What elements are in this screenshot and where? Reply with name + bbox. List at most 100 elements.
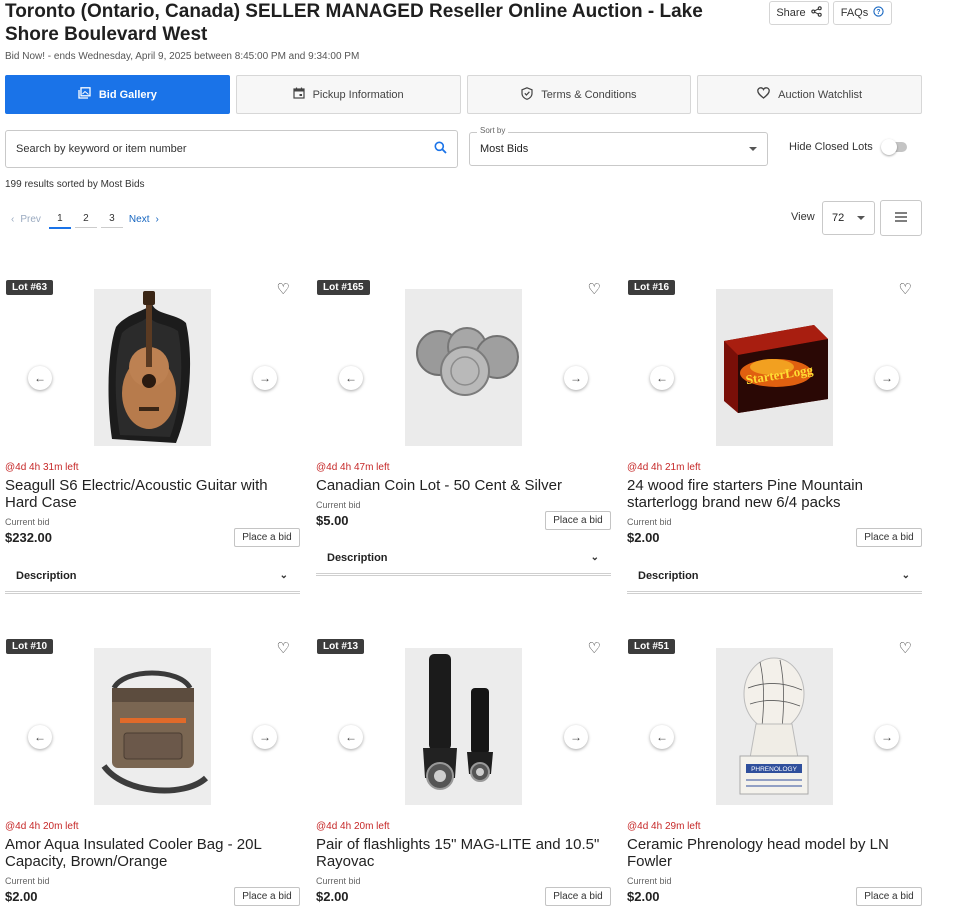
description-toggle[interactable]: Description ⌄	[627, 560, 922, 594]
svg-text:?: ?	[877, 9, 881, 16]
search-icon[interactable]	[434, 141, 447, 157]
page-2-button[interactable]: 2	[74, 210, 97, 228]
lot-image-carousel: Lot #10 ♡ ← →	[5, 631, 300, 805]
lot-card: Lot #63 ♡ ← → @4d 4h 31m left Seagull S6…	[5, 272, 300, 600]
view-label: View	[791, 211, 815, 223]
lot-card: StarterLogg Lot #16 ♡ ← → @4d 4h 21m lef…	[627, 272, 922, 600]
lot-photo-guitar[interactable]	[94, 289, 211, 446]
place-bid-button[interactable]: Place a bid	[545, 887, 611, 906]
chevron-right-icon: ›	[155, 213, 159, 225]
watch-heart-icon[interactable]: ♡	[899, 639, 912, 657]
help-icon: ?	[873, 6, 884, 20]
place-bid-button[interactable]: Place a bid	[234, 887, 300, 906]
sort-dropdown[interactable]: Sort by Most Bids	[469, 126, 768, 166]
lot-number-badge: Lot #51	[628, 639, 676, 654]
place-bid-button[interactable]: Place a bid	[234, 528, 300, 547]
lot-photo-starterlogg[interactable]: StarterLogg	[716, 289, 833, 446]
prev-image-arrow-icon[interactable]: ←	[339, 366, 363, 390]
tab-terms-conditions[interactable]: Terms & Conditions	[466, 75, 692, 114]
hide-closed-toggle[interactable]	[880, 139, 907, 155]
current-bid-label: Current bid	[316, 876, 361, 886]
current-bid-label: Current bid	[316, 500, 361, 510]
faqs-button[interactable]: FAQs ?	[833, 1, 892, 25]
place-bid-button[interactable]: Place a bid	[856, 887, 922, 906]
prev-image-arrow-icon[interactable]: ←	[28, 725, 52, 749]
share-label: Share	[776, 7, 806, 19]
description-label: Description	[638, 569, 699, 582]
heart-icon	[757, 87, 770, 102]
time-left: @4d 4h 21m left	[627, 462, 701, 473]
place-bid-button[interactable]: Place a bid	[545, 511, 611, 530]
lot-title[interactable]: Canadian Coin Lot - 50 Cent & Silver	[316, 477, 611, 494]
tab-pickup-information[interactable]: Pickup Information	[235, 75, 461, 114]
tab-auction-watchlist[interactable]: Auction Watchlist	[697, 75, 922, 114]
description-toggle[interactable]: Description ⌄	[5, 560, 300, 594]
next-image-arrow-icon[interactable]: →	[253, 725, 277, 749]
prev-image-arrow-icon[interactable]: ←	[650, 725, 674, 749]
chevron-left-icon: ‹	[11, 213, 15, 225]
next-page-button[interactable]: Next ›	[129, 214, 159, 225]
phrenology-base-text: PHRENOLOGY	[751, 766, 798, 773]
share-button[interactable]: Share	[769, 1, 829, 25]
search-input[interactable]	[16, 143, 434, 155]
watch-heart-icon[interactable]: ♡	[899, 280, 912, 298]
next-image-arrow-icon[interactable]: →	[875, 725, 899, 749]
next-image-arrow-icon[interactable]: →	[253, 366, 277, 390]
prev-image-arrow-icon[interactable]: ←	[650, 366, 674, 390]
tab-bid-gallery[interactable]: Bid Gallery	[5, 75, 230, 114]
auction-title: Toronto (Ontario, Canada) SELLER MANAGED…	[5, 1, 703, 45]
current-bid-amount: $2.00	[316, 889, 349, 904]
pagination: ‹ Prev 1 2 3 Next ›	[5, 208, 159, 230]
auction-tabs: Bid Gallery Pickup Information Terms & C…	[5, 75, 922, 114]
next-image-arrow-icon[interactable]: →	[875, 366, 899, 390]
next-image-arrow-icon[interactable]: →	[564, 366, 588, 390]
time-left: @4d 4h 20m left	[5, 821, 79, 832]
prev-image-arrow-icon[interactable]: ←	[339, 725, 363, 749]
description-toggle[interactable]: Description ⌄	[316, 542, 611, 576]
search-box	[5, 130, 458, 168]
lot-number-badge: Lot #10	[6, 639, 54, 654]
sort-value: Most Bids	[480, 143, 529, 155]
auction-end-time: Bid Now! - ends Wednesday, April 9, 2025…	[5, 51, 360, 62]
watch-heart-icon[interactable]: ♡	[588, 639, 601, 657]
lot-title[interactable]: Amor Aqua Insulated Cooler Bag - 20L Cap…	[5, 836, 300, 870]
view-count-dropdown[interactable]: 72	[822, 201, 875, 235]
next-label: Next	[128, 213, 150, 225]
lot-card: Lot #165 ♡ ← → @4d 4h 47m left Canadian …	[316, 272, 611, 582]
lot-title[interactable]: Ceramic Phrenology head model by LN Fowl…	[627, 836, 922, 870]
calendar-icon	[292, 87, 305, 102]
prev-page-button[interactable]: ‹ Prev	[11, 214, 41, 225]
description-label: Description	[327, 551, 388, 564]
page-1-button[interactable]: 1	[48, 210, 71, 229]
watch-heart-icon[interactable]: ♡	[588, 280, 601, 298]
lot-image-carousel: Lot #13 ♡ ← →	[316, 631, 611, 805]
lot-card: PHRENOLOGY Lot #51 ♡ ← → @4d 4h 29m left…	[627, 631, 922, 911]
current-bid-amount: $2.00	[5, 889, 38, 904]
list-view-button[interactable]	[880, 200, 922, 236]
time-left: @4d 4h 29m left	[627, 821, 701, 832]
current-bid-label: Current bid	[5, 517, 50, 527]
tab-label: Bid Gallery	[98, 88, 157, 101]
page-3-button[interactable]: 3	[100, 210, 123, 228]
lot-title[interactable]: Pair of flashlights 15" MAG-LITE and 10.…	[316, 836, 611, 870]
prev-image-arrow-icon[interactable]: ←	[28, 366, 52, 390]
next-image-arrow-icon[interactable]: →	[564, 725, 588, 749]
prev-label: Prev	[20, 213, 41, 225]
chevron-down-icon: ⌄	[590, 552, 599, 563]
current-bid-amount: $5.00	[316, 513, 349, 528]
caret-down-icon	[857, 216, 865, 220]
lot-photo-coins[interactable]	[405, 289, 522, 446]
lot-photo-phrenology-head[interactable]: PHRENOLOGY	[716, 648, 833, 805]
lot-photo-cooler-bag[interactable]	[94, 648, 211, 805]
lot-card: Lot #13 ♡ ← → @4d 4h 20m left Pair of fl…	[316, 631, 611, 911]
lot-image-carousel: Lot #165 ♡ ← →	[316, 272, 611, 446]
lot-photo-flashlights[interactable]	[405, 648, 522, 805]
view-count-value: 72	[832, 212, 845, 224]
lot-image-carousel: StarterLogg Lot #16 ♡ ← →	[627, 272, 922, 446]
watch-heart-icon[interactable]: ♡	[277, 280, 290, 298]
lot-title[interactable]: 24 wood fire starters Pine Mountain star…	[627, 477, 922, 511]
current-bid-label: Current bid	[5, 876, 50, 886]
place-bid-button[interactable]: Place a bid	[856, 528, 922, 547]
lot-title[interactable]: Seagull S6 Electric/Acoustic Guitar with…	[5, 477, 300, 511]
watch-heart-icon[interactable]: ♡	[277, 639, 290, 657]
